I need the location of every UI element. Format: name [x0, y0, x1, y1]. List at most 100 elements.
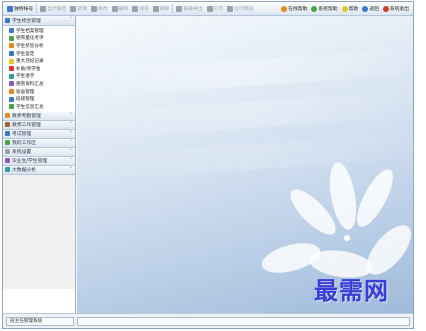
- toolbar-button-export[interactable]: 报表导出: [174, 3, 204, 15]
- toolbar-button-user[interactable]: 独特帐号: [5, 3, 35, 15]
- sidebar-item[interactable]: 补助/奖学金: [9, 65, 75, 73]
- toolbar-button-book[interactable]: 帮助: [340, 3, 361, 15]
- chevron-down-icon[interactable]: ˅: [70, 122, 73, 128]
- chevron-down-icon[interactable]: ˅: [70, 131, 73, 137]
- status-info-area: [77, 316, 410, 326]
- sidebar-panel-label: 我的工作区: [12, 141, 36, 147]
- sidebar-panel-header[interactable]: 大数据分析 ˅: [3, 165, 75, 175]
- sidebar-panel-header[interactable]: 系统设置 ˅: [3, 147, 75, 157]
- toolbar-button-label: 系统退出: [389, 7, 409, 12]
- sidebar-panel-label: 系统设置: [12, 150, 32, 156]
- toolbar-separator: [36, 4, 38, 13]
- sidebar-panel-header[interactable]: 教师考勤管理 ˅: [3, 111, 75, 121]
- sidebar-panel-header[interactable]: 我的工作区 ˅: [3, 138, 75, 148]
- chevron-down-icon[interactable]: ˅: [70, 167, 73, 173]
- sidebar-item[interactable]: 德育资料汇总: [9, 80, 75, 88]
- sidebar-panel-header[interactable]: 毕业生/学生管理 ˅: [3, 156, 75, 166]
- exit-icon: [382, 5, 389, 12]
- main-desktop: 最需网: [77, 16, 413, 314]
- back-icon: [362, 5, 369, 12]
- toolbar-button-label: 显示报告: [47, 7, 67, 12]
- preview-icon: [227, 5, 234, 12]
- chevron-up-icon[interactable]: ˄: [70, 17, 73, 23]
- watermark-logo: 最需网: [314, 277, 389, 305]
- background-streak: [77, 88, 413, 142]
- toolbar-button-refresh[interactable]: 刷新: [151, 3, 172, 15]
- sidebar-item-label: 德育量化考评: [16, 36, 44, 42]
- toolbar-button-help[interactable]: 在线帮助: [279, 3, 309, 15]
- save-icon: [132, 5, 139, 12]
- sidebar-item[interactable]: 重大违纪记录: [9, 57, 75, 65]
- add-icon: [70, 5, 77, 12]
- sidebar-panel-header[interactable]: 教师工作管理 ˅: [3, 120, 75, 130]
- sidebar-item[interactable]: 班级管理: [9, 95, 75, 103]
- toolbar-button-save[interactable]: 保存: [130, 3, 151, 15]
- sidebar-item[interactable]: 德育量化考评: [9, 35, 75, 43]
- report-icon: [40, 5, 47, 12]
- sidebar-panel-label: 毕业生/学生管理: [12, 159, 48, 165]
- sidebar-panel-label: 考试管理: [12, 132, 32, 138]
- toolbar-button-info[interactable]: 系统帮助: [309, 3, 339, 15]
- export-icon: [176, 5, 183, 12]
- toolbar-button-label: 打印预览: [234, 7, 254, 12]
- sidebar-item[interactable]: 学生信息汇总: [9, 103, 75, 111]
- list-icon: [9, 81, 14, 87]
- book-icon: [341, 5, 348, 12]
- sidebar-sub-list: 学生档案管理 德育量化考评 学生奖惩分析 学生鉴定 重大违纪记录 补助/奖学金 学生退学 德育…: [3, 26, 75, 112]
- toolbar-button-print[interactable]: 打印: [205, 3, 226, 15]
- chevron-down-icon[interactable]: ˅: [70, 149, 73, 155]
- sidebar-item[interactable]: 学生退学: [9, 73, 75, 81]
- toolbar-button-label: 刷新: [159, 7, 170, 12]
- toolbar-button-label: 打印: [213, 7, 224, 12]
- toolbar-button-label: 系统帮助: [318, 7, 338, 12]
- student-icon: [5, 18, 10, 23]
- briefcase-icon: [5, 122, 10, 128]
- award-icon: [9, 43, 14, 49]
- graduate-icon: [5, 158, 10, 164]
- sidebar-item-label: 补助/奖学金: [16, 66, 41, 72]
- sidebar-panel-label: 教师考勤管理: [12, 114, 41, 120]
- toolbar-button-back[interactable]: 返回: [360, 3, 381, 15]
- sidebar-panel-header[interactable]: 学生综合管理 ˄: [3, 16, 75, 26]
- toolbar-button-label: 保存: [139, 7, 149, 12]
- sidebar-item-label: 学生奖惩分析: [16, 43, 44, 49]
- toolbar-button-label: 修改: [98, 7, 108, 12]
- toolbar-button-label: 在线帮助: [288, 7, 308, 12]
- sidebar-item[interactable]: 学生鉴定: [9, 50, 75, 58]
- toolbar-button-preview[interactable]: 打印预览: [225, 3, 255, 15]
- home-icon: [9, 89, 14, 95]
- toolbar-button-edit[interactable]: 修改: [89, 3, 110, 15]
- money-icon: [9, 66, 14, 72]
- refresh-icon: [152, 5, 159, 12]
- sidebar-item[interactable]: 宿舍管理: [9, 88, 75, 96]
- sidebar-panel-header[interactable]: 考试管理 ˅: [3, 129, 75, 139]
- print-icon: [206, 5, 213, 12]
- sidebar-item[interactable]: 学生奖惩分析: [9, 42, 75, 50]
- toolbar-button-report[interactable]: 显示报告: [38, 3, 68, 15]
- toolbar: 独特帐号 显示报告 新增 修改 删除 保存 刷新 报表导出 打印 打印预览 在线帮助 系统帮助 帮助 返…: [3, 2, 413, 16]
- info-icon: [311, 5, 318, 12]
- sidebar-item-label: 学生退学: [16, 74, 35, 80]
- toolbar-right-group: 在线帮助 系统帮助 帮助 返回 系统退出: [279, 3, 413, 15]
- chevron-down-icon[interactable]: ˅: [70, 113, 73, 119]
- chevron-down-icon[interactable]: ˅: [70, 140, 73, 146]
- warning-icon: [9, 58, 14, 64]
- chevron-down-icon[interactable]: ˅: [70, 158, 73, 164]
- toolbar-button-add[interactable]: 新增: [68, 3, 89, 15]
- sidebar-item-label: 学生档案管理: [16, 28, 44, 34]
- status-app-name: 班主任管理系统: [6, 316, 74, 326]
- sidebar-item-label: 宿舍管理: [16, 89, 35, 95]
- settings-icon: [5, 149, 10, 155]
- app-window: 独特帐号 显示报告 新增 修改 删除 保存 刷新 报表导出 打印 打印预览 在线帮助 系统帮助 帮助 返…: [2, 1, 414, 329]
- toolbar-button-label: 返回: [369, 7, 379, 12]
- analytics-icon: [5, 167, 10, 173]
- chart-icon: [9, 35, 14, 41]
- toolbar-button-exit[interactable]: 系统退出: [381, 3, 411, 15]
- toolbar-button-label: 删除: [118, 7, 129, 12]
- toolbar-button-label: 独特帐号: [14, 7, 34, 12]
- sidebar-item-label: 学生鉴定: [16, 51, 35, 57]
- toolbar-button-delete[interactable]: 删除: [110, 3, 131, 15]
- sidebar-item[interactable]: 学生档案管理: [9, 27, 75, 35]
- edit-icon: [91, 5, 98, 12]
- delete-icon: [111, 5, 118, 12]
